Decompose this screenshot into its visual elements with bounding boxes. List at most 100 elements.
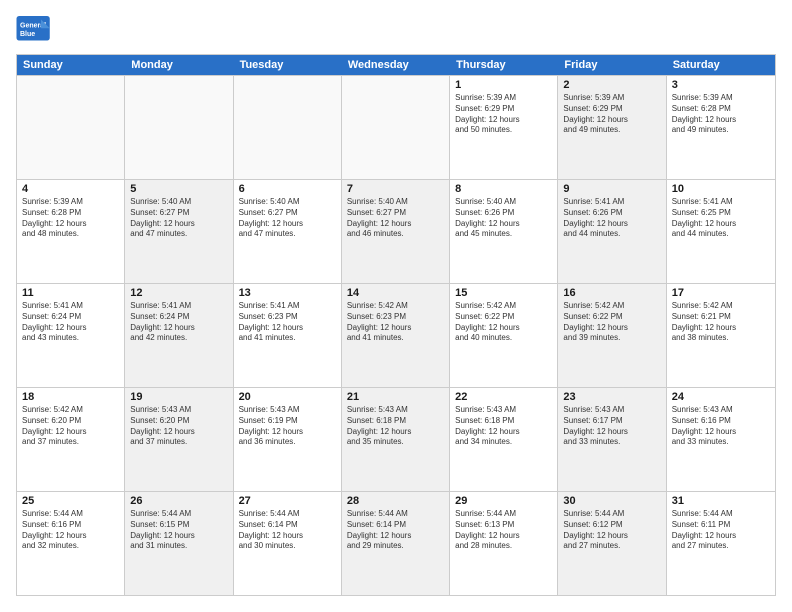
calendar-cell-21: 21Sunrise: 5:43 AM Sunset: 6:18 PM Dayli… bbox=[342, 388, 450, 491]
day-number: 15 bbox=[455, 287, 552, 299]
day-number: 27 bbox=[239, 495, 336, 507]
day-number: 28 bbox=[347, 495, 444, 507]
calendar-cell-29: 29 Sunrise: 5:44 AM Sunset: 6:13 PM Dayli… bbox=[450, 492, 558, 595]
calendar-cell-9: 9 Sunrise: 5:41 AM Sunset: 6:26 PM Daylig… bbox=[558, 180, 666, 283]
day-info: Sunrise: 5:44 AM Sunset: 6:15 PM Dayligh… bbox=[130, 509, 227, 552]
calendar-body: 1 Sunrise: 5:39 AM Sunset: 6:29 PM Daylig… bbox=[17, 75, 775, 595]
day-info: Sunrise: 5:41 AM Sunset: 6:23 PM Dayligh… bbox=[239, 301, 336, 344]
calendar-cell-26: 26 Sunrise: 5:44 AM Sunset: 6:15 PM Dayli… bbox=[125, 492, 233, 595]
day-number: 7 bbox=[347, 183, 444, 195]
day-number: 11 bbox=[22, 287, 119, 299]
calendar-cell-31: 31 Sunrise: 5:44 AM Sunset: 6:11 PM Dayli… bbox=[667, 492, 775, 595]
day-number: 13 bbox=[239, 287, 336, 299]
header-day-wednesday: Wednesday bbox=[342, 55, 450, 75]
day-info: Sunrise: 5:44 AM Sunset: 6:14 PM Dayligh… bbox=[239, 509, 336, 552]
calendar-cell-12: 12 Sunrise: 5:41 AM Sunset: 6:24 PM Dayli… bbox=[125, 284, 233, 387]
day-info: Sunrise: 5:44 AM Sunset: 6:14 PM Dayligh… bbox=[347, 509, 444, 552]
day-info: Sunrise: 5:44 AM Sunset: 6:16 PM Dayligh… bbox=[22, 509, 119, 552]
header-day-tuesday: Tuesday bbox=[234, 55, 342, 75]
day-info: Sunrise: 5:39 AM Sunset: 6:28 PM Dayligh… bbox=[22, 197, 119, 240]
day-number: 29 bbox=[455, 495, 552, 507]
logo: General Blue bbox=[16, 16, 52, 44]
day-info: Sunrise: 5:44 AM Sunset: 6:11 PM Dayligh… bbox=[672, 509, 770, 552]
day-info: Sunrise: 5:43 AM Sunset: 6:19 PM Dayligh… bbox=[239, 405, 336, 448]
day-number: 4 bbox=[22, 183, 119, 195]
calendar-cell-2: 2Sunrise: 5:39 AM Sunset: 6:29 PM Daylig… bbox=[558, 76, 666, 179]
calendar-cell-4: 4 Sunrise: 5:39 AM Sunset: 6:28 PM Daylig… bbox=[17, 180, 125, 283]
day-info: Sunrise: 5:43 AM Sunset: 6:16 PM Dayligh… bbox=[672, 405, 770, 448]
calendar-cell-empty-0-1 bbox=[125, 76, 233, 179]
day-info: Sunrise: 5:42 AM Sunset: 6:23 PM Dayligh… bbox=[347, 301, 444, 344]
day-info: Sunrise: 5:43 AM Sunset: 6:18 PM Dayligh… bbox=[455, 405, 552, 448]
day-number: 31 bbox=[672, 495, 770, 507]
calendar-cell-25: 25 Sunrise: 5:44 AM Sunset: 6:16 PM Dayli… bbox=[17, 492, 125, 595]
day-number: 8 bbox=[455, 183, 552, 195]
calendar-cell-10: 10Sunrise: 5:41 AM Sunset: 6:25 PM Dayli… bbox=[667, 180, 775, 283]
logo-icon: General Blue bbox=[16, 16, 52, 44]
day-info: Sunrise: 5:40 AM Sunset: 6:27 PM Dayligh… bbox=[239, 197, 336, 240]
calendar: SundayMondayTuesdayWednesdayThursdayFrid… bbox=[16, 54, 776, 596]
day-info: Sunrise: 5:39 AM Sunset: 6:29 PM Dayligh… bbox=[455, 93, 552, 136]
day-number: 19 bbox=[130, 391, 227, 403]
day-number: 17 bbox=[672, 287, 770, 299]
calendar-cell-3: 3 Sunrise: 5:39 AM Sunset: 6:28 PM Daylig… bbox=[667, 76, 775, 179]
day-number: 10 bbox=[672, 183, 770, 195]
calendar-cell-5: 5Sunrise: 5:40 AM Sunset: 6:27 PM Daylig… bbox=[125, 180, 233, 283]
calendar-week-5: 25 Sunrise: 5:44 AM Sunset: 6:16 PM Dayli… bbox=[17, 491, 775, 595]
day-number: 20 bbox=[239, 391, 336, 403]
calendar-cell-23: 23Sunrise: 5:43 AM Sunset: 6:17 PM Dayli… bbox=[558, 388, 666, 491]
day-number: 5 bbox=[130, 183, 227, 195]
calendar-cell-6: 6Sunrise: 5:40 AM Sunset: 6:27 PM Daylig… bbox=[234, 180, 342, 283]
day-number: 9 bbox=[563, 183, 660, 195]
calendar-cell-20: 20 Sunrise: 5:43 AM Sunset: 6:19 PM Dayli… bbox=[234, 388, 342, 491]
header-day-thursday: Thursday bbox=[450, 55, 558, 75]
calendar-week-4: 18 Sunrise: 5:42 AM Sunset: 6:20 PM Dayli… bbox=[17, 387, 775, 491]
day-info: Sunrise: 5:44 AM Sunset: 6:13 PM Dayligh… bbox=[455, 509, 552, 552]
day-number: 25 bbox=[22, 495, 119, 507]
svg-text:Blue: Blue bbox=[20, 31, 35, 38]
day-info: Sunrise: 5:40 AM Sunset: 6:27 PM Dayligh… bbox=[347, 197, 444, 240]
day-info: Sunrise: 5:42 AM Sunset: 6:21 PM Dayligh… bbox=[672, 301, 770, 344]
day-info: Sunrise: 5:41 AM Sunset: 6:26 PM Dayligh… bbox=[563, 197, 660, 240]
calendar-cell-30: 30Sunrise: 5:44 AM Sunset: 6:12 PM Dayli… bbox=[558, 492, 666, 595]
day-info: Sunrise: 5:44 AM Sunset: 6:12 PM Dayligh… bbox=[563, 509, 660, 552]
day-info: Sunrise: 5:43 AM Sunset: 6:18 PM Dayligh… bbox=[347, 405, 444, 448]
calendar-cell-19: 19 Sunrise: 5:43 AM Sunset: 6:20 PM Dayli… bbox=[125, 388, 233, 491]
calendar-cell-17: 17 Sunrise: 5:42 AM Sunset: 6:21 PM Dayli… bbox=[667, 284, 775, 387]
calendar-cell-24: 24Sunrise: 5:43 AM Sunset: 6:16 PM Dayli… bbox=[667, 388, 775, 491]
day-number: 1 bbox=[455, 79, 552, 91]
day-info: Sunrise: 5:40 AM Sunset: 6:26 PM Dayligh… bbox=[455, 197, 552, 240]
header-day-sunday: Sunday bbox=[17, 55, 125, 75]
calendar-week-3: 11 Sunrise: 5:41 AM Sunset: 6:24 PM Dayli… bbox=[17, 283, 775, 387]
calendar-cell-empty-0-0 bbox=[17, 76, 125, 179]
day-info: Sunrise: 5:42 AM Sunset: 6:20 PM Dayligh… bbox=[22, 405, 119, 448]
header-day-saturday: Saturday bbox=[667, 55, 775, 75]
header-day-monday: Monday bbox=[125, 55, 233, 75]
day-info: Sunrise: 5:39 AM Sunset: 6:28 PM Dayligh… bbox=[672, 93, 770, 136]
calendar-cell-1: 1 Sunrise: 5:39 AM Sunset: 6:29 PM Daylig… bbox=[450, 76, 558, 179]
page: General Blue SundayMondayTuesdayWednesda… bbox=[0, 0, 792, 612]
day-number: 12 bbox=[130, 287, 227, 299]
day-number: 18 bbox=[22, 391, 119, 403]
calendar-cell-11: 11Sunrise: 5:41 AM Sunset: 6:24 PM Dayli… bbox=[17, 284, 125, 387]
calendar-cell-28: 28 Sunrise: 5:44 AM Sunset: 6:14 PM Dayli… bbox=[342, 492, 450, 595]
day-info: Sunrise: 5:42 AM Sunset: 6:22 PM Dayligh… bbox=[455, 301, 552, 344]
calendar-week-1: 1 Sunrise: 5:39 AM Sunset: 6:29 PM Daylig… bbox=[17, 75, 775, 179]
header: General Blue bbox=[16, 16, 776, 44]
day-info: Sunrise: 5:41 AM Sunset: 6:24 PM Dayligh… bbox=[130, 301, 227, 344]
day-number: 16 bbox=[563, 287, 660, 299]
calendar-cell-empty-0-2 bbox=[234, 76, 342, 179]
day-info: Sunrise: 5:43 AM Sunset: 6:20 PM Dayligh… bbox=[130, 405, 227, 448]
day-number: 3 bbox=[672, 79, 770, 91]
calendar-cell-22: 22Sunrise: 5:43 AM Sunset: 6:18 PM Dayli… bbox=[450, 388, 558, 491]
calendar-cell-14: 14 Sunrise: 5:42 AM Sunset: 6:23 PM Dayli… bbox=[342, 284, 450, 387]
day-number: 14 bbox=[347, 287, 444, 299]
calendar-cell-27: 27 Sunrise: 5:44 AM Sunset: 6:14 PM Dayli… bbox=[234, 492, 342, 595]
day-number: 26 bbox=[130, 495, 227, 507]
day-info: Sunrise: 5:43 AM Sunset: 6:17 PM Dayligh… bbox=[563, 405, 660, 448]
calendar-cell-7: 7 Sunrise: 5:40 AM Sunset: 6:27 PM Daylig… bbox=[342, 180, 450, 283]
calendar-header: SundayMondayTuesdayWednesdayThursdayFrid… bbox=[17, 55, 775, 75]
day-info: Sunrise: 5:42 AM Sunset: 6:22 PM Dayligh… bbox=[563, 301, 660, 344]
calendar-cell-15: 15 Sunrise: 5:42 AM Sunset: 6:22 PM Dayli… bbox=[450, 284, 558, 387]
calendar-cell-13: 13 Sunrise: 5:41 AM Sunset: 6:23 PM Dayli… bbox=[234, 284, 342, 387]
